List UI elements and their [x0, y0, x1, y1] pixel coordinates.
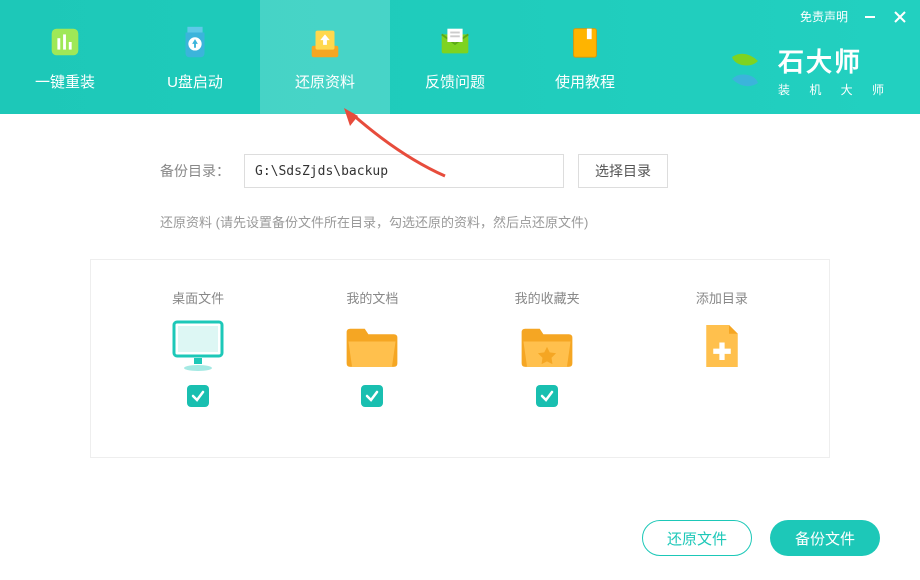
tab-tutorial[interactable]: 使用教程 [520, 0, 650, 114]
checkbox-checked-icon[interactable] [361, 385, 383, 407]
select-dir-button[interactable]: 选择目录 [578, 154, 668, 188]
disclaimer-link[interactable]: 免责声明 [800, 8, 848, 25]
header: 一键重装 U盘启动 还原资料 反馈问题 使用教程 [0, 0, 920, 114]
backup-path-input[interactable] [244, 154, 564, 188]
book-icon [566, 23, 604, 61]
backup-label: 备份目录： [160, 161, 230, 181]
close-icon[interactable] [892, 9, 908, 25]
checkbox-checked-icon[interactable] [536, 385, 558, 407]
item-label: 桌面文件 [172, 288, 224, 307]
item-label: 添加目录 [696, 288, 748, 307]
item-documents[interactable]: 我的文档 [340, 288, 404, 407]
envelope-icon [436, 23, 474, 61]
tab-feedback[interactable]: 反馈问题 [390, 0, 520, 114]
tab-label: 反馈问题 [425, 71, 485, 92]
tab-restore[interactable]: 还原资料 [260, 0, 390, 114]
items-box: 桌面文件 我的文档 我的收藏夹 [90, 259, 830, 458]
monitor-icon [166, 321, 230, 371]
backup-button[interactable]: 备份文件 [770, 520, 880, 556]
footer-buttons: 还原文件 备份文件 [642, 520, 880, 556]
tab-usb-boot[interactable]: U盘启动 [130, 0, 260, 114]
brand: 石大师 装 机 大 师 [722, 42, 892, 98]
backup-row: 备份目录： 选择目录 [160, 154, 860, 188]
usb-icon [176, 23, 214, 61]
nav-tabs: 一键重装 U盘启动 还原资料 反馈问题 使用教程 [0, 0, 650, 114]
folder-icon [340, 321, 404, 371]
window-controls: 免责声明 [800, 8, 908, 25]
tab-label: 还原资料 [295, 71, 355, 92]
hint-text: 还原资料 (请先设置备份文件所在目录，勾选还原的资料，然后点还原文件) [160, 212, 860, 231]
tab-reinstall[interactable]: 一键重装 [0, 0, 130, 114]
restore-button[interactable]: 还原文件 [642, 520, 752, 556]
minimize-icon[interactable] [862, 9, 878, 25]
item-add-dir[interactable]: 添加目录 [690, 288, 754, 407]
tab-label: U盘启动 [167, 71, 223, 92]
checkbox-checked-icon[interactable] [187, 385, 209, 407]
tab-label: 使用教程 [555, 71, 615, 92]
item-favorites[interactable]: 我的收藏夹 [515, 288, 580, 407]
restore-icon [306, 23, 344, 61]
brand-logo-icon [722, 47, 768, 93]
content: 备份目录： 选择目录 还原资料 (请先设置备份文件所在目录，勾选还原的资料，然后… [0, 114, 920, 478]
brand-subtitle: 装 机 大 师 [778, 81, 892, 98]
brand-title: 石大师 [778, 42, 892, 79]
bars-icon [46, 23, 84, 61]
file-plus-icon [690, 321, 754, 371]
item-desktop[interactable]: 桌面文件 [166, 288, 230, 407]
item-label: 我的收藏夹 [515, 288, 580, 307]
folder-star-icon [515, 321, 579, 371]
tab-label: 一键重装 [35, 71, 95, 92]
item-label: 我的文档 [346, 288, 398, 307]
